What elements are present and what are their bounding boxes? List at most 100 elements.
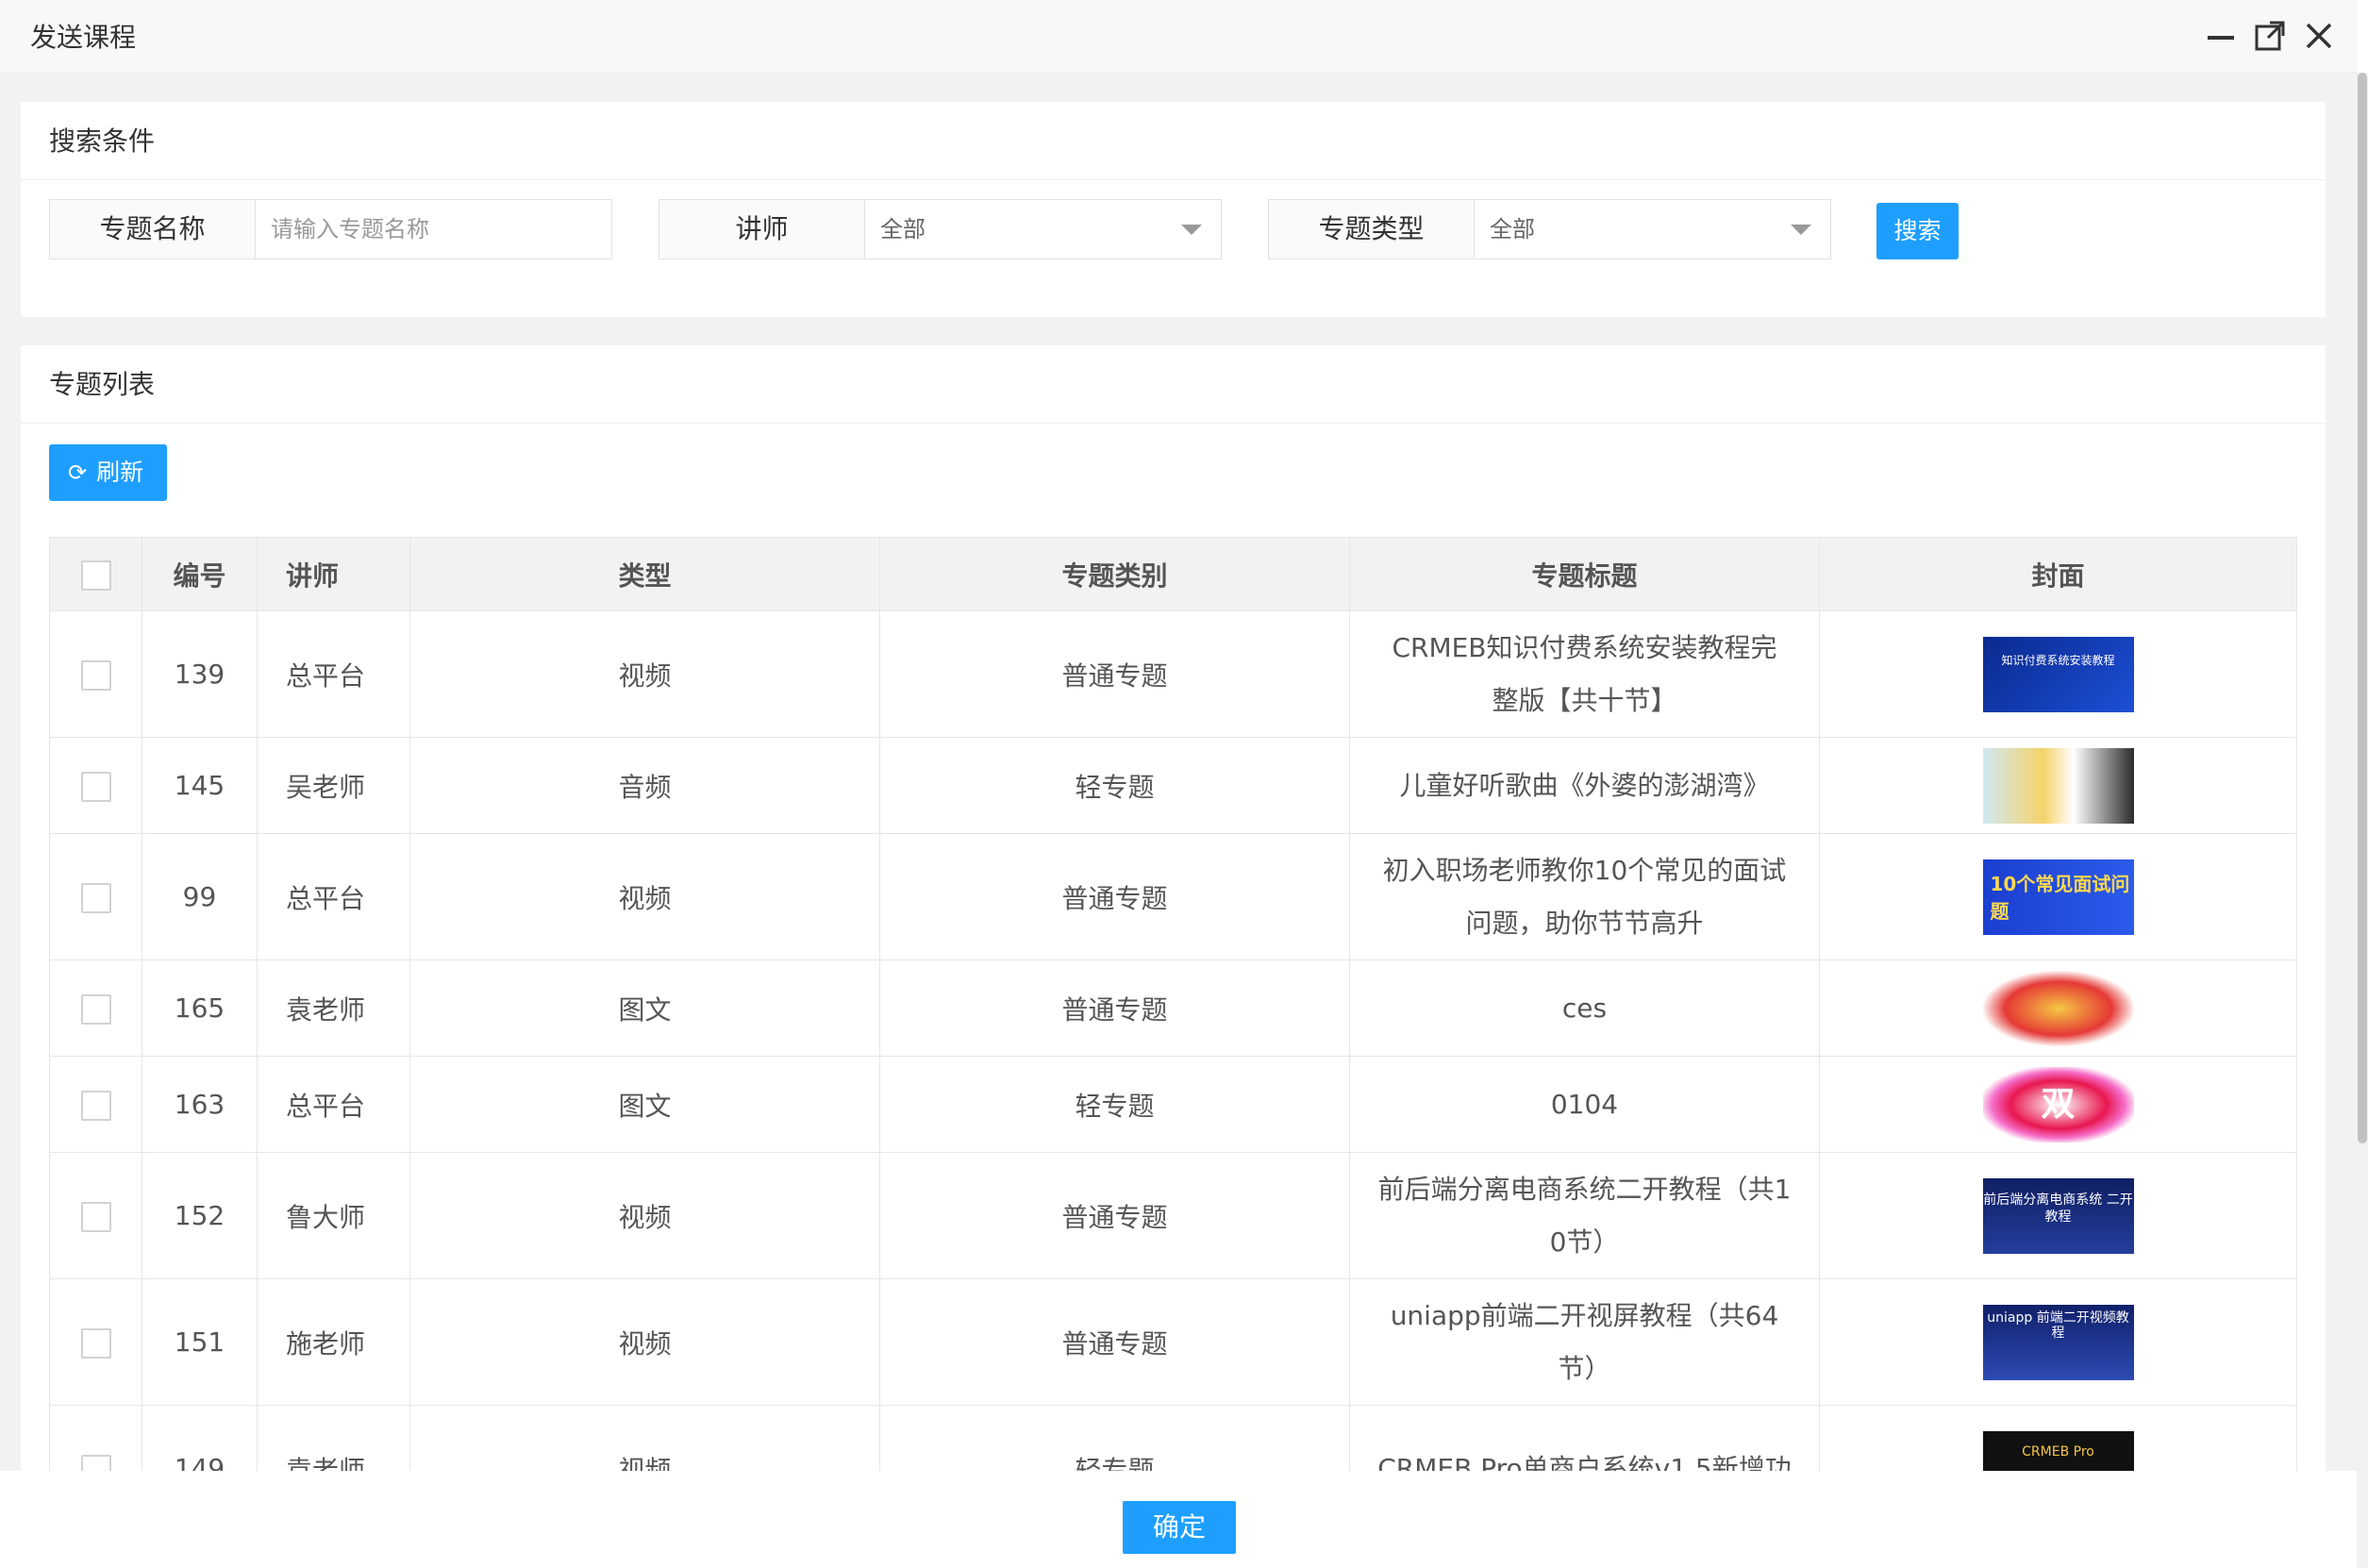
category-cell: 普通专题 — [879, 1152, 1350, 1279]
row-checkbox[interactable] — [80, 882, 111, 913]
type-cell: 图文 — [409, 1056, 880, 1153]
scrollbar-thumb[interactable] — [2358, 73, 2367, 1143]
table-row[interactable]: 152 鲁大师 视频 普通专题 前后端分离电商系统二开教程（共1 0节） 前后端分… — [49, 1152, 2297, 1279]
table-header-row: 编号 讲师 类型 专题类别 专题标题 封面 — [49, 537, 2297, 611]
title-line: 问题，助你节节高升 — [1465, 907, 1704, 939]
topic-name-label: 专题名称 — [50, 200, 256, 259]
category-cell: 轻专题 — [879, 737, 1350, 834]
topic-type-select-value: 全部 — [1490, 216, 1535, 242]
row-checkbox[interactable] — [80, 1201, 111, 1232]
teacher-cell: 袁老师 — [257, 959, 410, 1057]
teacher-label: 讲师 — [659, 200, 865, 259]
cover-image — [1982, 747, 2134, 824]
type-cell: 音频 — [409, 737, 880, 834]
cover-cell: 前后端分离电商系统 二开教程 — [1819, 1152, 2297, 1279]
dialog-content: 搜索条件 专题名称 请输入专题名称 讲师 全部 专题类型 全部 搜索 专题列表 … — [0, 73, 2357, 1471]
teacher-select[interactable]: 全部 — [865, 200, 1221, 259]
row-checkbox[interactable] — [80, 771, 111, 802]
cover-image: 10个常见面试问题 — [1982, 859, 2134, 935]
dialog-title: 发送课程 — [30, 22, 137, 53]
title-cell: 0104 — [1349, 1056, 1820, 1153]
refresh-label: 刷新 — [96, 459, 144, 486]
select-all-checkbox[interactable] — [80, 559, 111, 591]
teacher-field: 讲师 全部 — [659, 199, 1222, 259]
title-line: 前后端分离电商系统二开教程（共1 — [1377, 1173, 1792, 1205]
cover-cell — [1819, 737, 2297, 834]
table-row[interactable]: 145 吴老师 音频 轻专题 儿童好听歌曲《外婆的澎湖湾》 — [49, 737, 2297, 834]
table-row[interactable]: 99 总平台 视频 普通专题 初入职场老师教你10个常见的面试 问题，助你节节高升… — [49, 833, 2297, 960]
vertical-scrollbar[interactable] — [2357, 73, 2368, 1568]
maximize-icon[interactable] — [2253, 19, 2287, 53]
title-cell: CRMEB知识付费系统安装教程完 整版【共十节】 — [1349, 610, 1820, 738]
cover-image: uniapp 前端二开视频教程 — [1982, 1304, 2134, 1380]
type-cell: 视频 — [409, 1152, 880, 1279]
close-icon[interactable] — [2302, 19, 2336, 53]
table-row[interactable]: 165 袁老师 图文 普通专题 ces — [49, 959, 2297, 1057]
id-cell: 152 — [142, 1152, 258, 1279]
row-select-cell — [49, 1056, 142, 1153]
refresh-button[interactable]: ⟳ 刷新 — [49, 444, 167, 501]
id-cell: 163 — [142, 1056, 258, 1153]
topic-list-card: 专题列表 ⟳ 刷新 编号 讲师 类型 专题类别 专题标题 封面 139 总平台 … — [21, 345, 2326, 1471]
topic-name-input[interactable]: 请输入专题名称 — [256, 200, 611, 259]
category-cell: 普通专题 — [879, 610, 1350, 738]
id-cell: 165 — [142, 959, 258, 1057]
chevron-down-icon — [1181, 225, 1202, 235]
table-row[interactable]: 151 施老师 视频 普通专题 uniapp前端二开视屏教程（共64 节） uni… — [49, 1278, 2297, 1406]
title-line: ces — [1561, 992, 1608, 1024]
category-cell: 轻专题 — [879, 1405, 1350, 1471]
dialog-titlebar: 发送课程 — [0, 0, 2357, 73]
cover-cell: 10个常见面试问题 — [1819, 833, 2297, 960]
search-heading: 搜索条件 — [21, 102, 2326, 180]
teacher-cell: 鲁大师 — [257, 1152, 410, 1279]
category-cell: 普通专题 — [879, 1278, 1350, 1406]
category-cell: 普通专题 — [879, 833, 1350, 960]
title-cell: 前后端分离电商系统二开教程（共1 0节） — [1349, 1152, 1820, 1279]
table-row[interactable]: 139 总平台 视频 普通专题 CRMEB知识付费系统安装教程完 整版【共十节】 … — [49, 610, 2297, 738]
row-checkbox[interactable] — [80, 1327, 111, 1359]
teacher-cell: 袁老师 — [257, 1405, 410, 1471]
id-cell: 149 — [142, 1405, 258, 1471]
cover-cell: uniapp 前端二开视频教程 — [1819, 1278, 2297, 1406]
row-select-cell — [49, 1405, 142, 1471]
id-cell: 145 — [142, 737, 258, 834]
id-cell: 139 — [142, 610, 258, 738]
type-cell: 视频 — [409, 610, 880, 738]
teacher-cell: 施老师 — [257, 1278, 410, 1406]
topic-type-label: 专题类型 — [1269, 200, 1475, 259]
teacher-cell: 总平台 — [257, 833, 410, 960]
minimize-icon[interactable] — [2204, 19, 2238, 53]
select-all-cell — [49, 537, 142, 611]
row-checkbox[interactable] — [80, 993, 111, 1025]
table-row[interactable]: 149 袁老师 视频 轻专题 CRMEB Pro单商户系统v1.5新增功 CRM… — [49, 1405, 2297, 1472]
cover-image: CRMEB Pro — [1982, 1430, 2134, 1471]
title-cell: uniapp前端二开视屏教程（共64 节） — [1349, 1278, 1820, 1406]
type-cell: 视频 — [409, 1405, 880, 1471]
list-heading: 专题列表 — [21, 345, 2326, 424]
row-checkbox[interactable] — [80, 659, 111, 691]
title-cell: 儿童好听歌曲《外婆的澎湖湾》 — [1349, 737, 1820, 834]
category-cell: 普通专题 — [879, 959, 1350, 1057]
chevron-down-icon — [1791, 225, 1811, 235]
table-row[interactable]: 163 总平台 图文 轻专题 0104 双 — [49, 1056, 2297, 1153]
cover-image: 前后端分离电商系统 二开教程 — [1982, 1177, 2134, 1254]
type-cell: 视频 — [409, 833, 880, 960]
row-select-cell — [49, 959, 142, 1057]
title-line: uniapp前端二开视屏教程（共64 — [1390, 1299, 1779, 1331]
refresh-icon: ⟳ — [68, 459, 88, 486]
title-line: 儿童好听歌曲《外婆的澎湖湾》 — [1399, 769, 1770, 801]
search-button[interactable]: 搜索 — [1876, 203, 1959, 259]
row-checkbox[interactable] — [80, 1454, 111, 1471]
type-cell: 视频 — [409, 1278, 880, 1406]
teacher-cell: 总平台 — [257, 610, 410, 738]
column-header: 封面 — [1819, 537, 2297, 611]
cover-cell: 知识付费系统安装教程 — [1819, 610, 2297, 738]
confirm-button[interactable]: 确定 — [1123, 1501, 1236, 1554]
title-line: CRMEB Pro单商户系统v1.5新增功 — [1377, 1452, 1792, 1472]
row-checkbox[interactable] — [80, 1090, 111, 1121]
cover-image — [1982, 970, 2134, 1046]
title-line: 0节） — [1549, 1226, 1620, 1258]
row-select-cell — [49, 610, 142, 738]
category-cell: 轻专题 — [879, 1056, 1350, 1153]
topic-type-select[interactable]: 全部 — [1475, 200, 1830, 259]
